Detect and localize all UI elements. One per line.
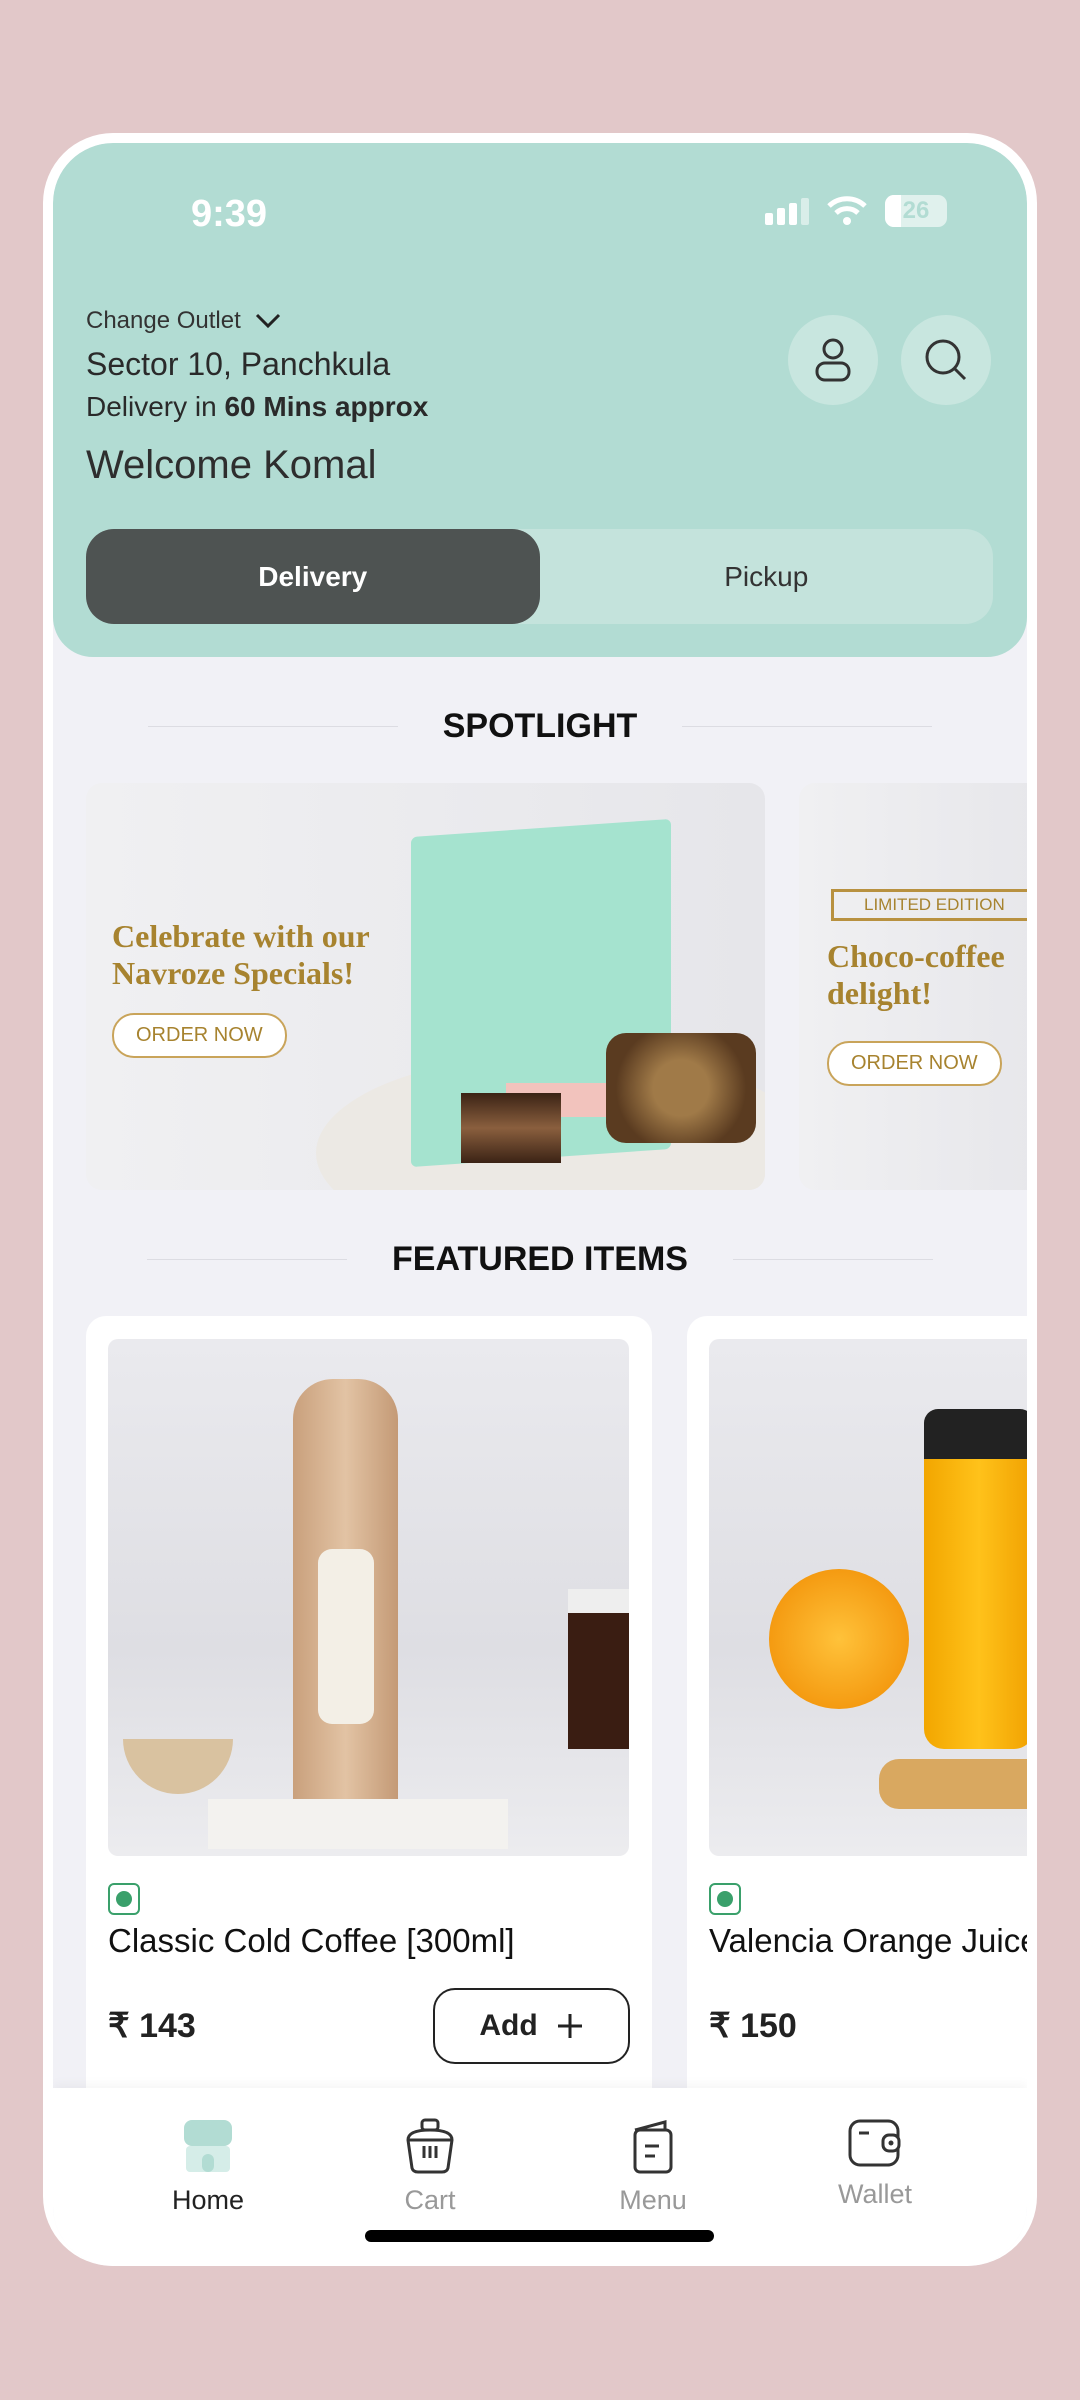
product-name: Classic Cold Coffee [300ml] [108, 1922, 515, 1959]
user-icon [815, 338, 851, 382]
spotlight-heading: SPOTLIGHT [53, 707, 1027, 746]
phone-frame: 9:39 26 Change Outlet Sector 10, Panchku… [43, 133, 1037, 2266]
bottle-label [318, 1549, 374, 1724]
bowl-image [123, 1739, 233, 1794]
status-time: 9:39 [191, 193, 268, 235]
bottle-cap [924, 1409, 1027, 1459]
wifi-icon [827, 196, 867, 225]
delivery-eta: Delivery in 60 Mins approx [86, 391, 428, 423]
nav-home[interactable]: Home [128, 2118, 288, 2216]
product-card[interactable]: Valencia Orange Juice ₹ 150 [687, 1316, 1027, 2116]
home-store-icon [184, 2120, 232, 2172]
change-outlet-button[interactable]: Change Outlet [86, 307, 281, 335]
tab-pickup[interactable]: Pickup [540, 529, 994, 624]
tab-delivery[interactable]: Delivery [86, 529, 540, 624]
home-indicator[interactable] [365, 2230, 714, 2242]
product-name: Valencia Orange Juice [709, 1922, 1027, 1959]
nav-label: Wallet [837, 2179, 912, 2209]
wallet-icon [848, 2119, 901, 2167]
profile-button[interactable] [788, 315, 878, 405]
add-label: Add [479, 2009, 538, 2042]
banner-line-1: Celebrate with our [112, 918, 370, 954]
nav-wallet[interactable]: Wallet [795, 2118, 955, 2210]
featured-title: FEATURED ITEMS [392, 1240, 688, 1278]
orange-image [769, 1569, 909, 1709]
order-mode-toggle: Delivery Pickup [86, 529, 993, 624]
add-to-cart-button[interactable]: Add [433, 1988, 630, 2064]
search-button[interactable] [901, 315, 991, 405]
welcome-text: Welcome Komal [86, 443, 377, 487]
banner-line-2: Navroze Specials! [112, 955, 355, 991]
banner-line-2: delight! [827, 975, 932, 1011]
battery-level: 26 [902, 197, 930, 224]
product-image [108, 1339, 629, 1856]
eta-time: 60 Mins approx [224, 391, 429, 422]
featured-heading: FEATURED ITEMS [53, 1240, 1027, 1279]
coaster-image [208, 1799, 508, 1849]
product-image [709, 1339, 1027, 1856]
nav-menu[interactable]: Menu [573, 2118, 733, 2216]
change-outlet-label: Change Outlet [86, 307, 241, 334]
product-price: ₹ 143 [108, 2007, 196, 2045]
nav-label: Menu [619, 2185, 687, 2215]
product-price: ₹ 150 [709, 2007, 797, 2045]
banner-headline: Choco-coffee delight! [827, 938, 1005, 1012]
spotlight-title: SPOTLIGHT [442, 707, 638, 745]
cork-board-image [879, 1759, 1027, 1809]
plus-icon [557, 2014, 582, 2038]
screen: 9:39 26 Change Outlet Sector 10, Panchku… [53, 143, 1027, 2266]
nav-cart[interactable]: Cart [350, 2118, 510, 2216]
header: 9:39 26 Change Outlet Sector 10, Panchku… [53, 143, 1027, 657]
menu-book-icon [633, 2120, 673, 2174]
basket-icon [406, 2118, 454, 2174]
status-icons: 26 [765, 195, 947, 227]
signal-icon [765, 197, 809, 225]
battery-icon: 26 [885, 195, 947, 227]
banner-line-1: Choco-coffee [827, 938, 1005, 974]
juice-bottle-image [924, 1409, 1027, 1749]
order-now-button[interactable]: ORDER NOW [827, 1041, 1002, 1086]
spotlight-banner[interactable]: Celebrate with our Navroze Specials! ORDE… [86, 783, 765, 1190]
product-card[interactable]: Classic Cold Coffee [300ml] ₹ 143 Add [86, 1316, 652, 2116]
limited-edition-badge: LIMITED EDITION [831, 889, 1027, 921]
banner-headline: Celebrate with our Navroze Specials! [112, 918, 370, 992]
search-icon [925, 339, 967, 381]
veg-icon [709, 1883, 741, 1915]
chevron-down-icon [255, 313, 280, 329]
eta-prefix: Delivery in [86, 391, 225, 422]
outlet-address: Sector 10, Panchkula [86, 346, 391, 382]
order-now-button[interactable]: ORDER NOW [112, 1013, 287, 1058]
nav-label: Home [171, 2185, 245, 2215]
glass-image [568, 1589, 629, 1749]
cake-slice-image [461, 1093, 561, 1163]
spotlight-banner[interactable]: LIMITED EDITION Choco-coffee delight! ORD… [799, 783, 1027, 1190]
nav-label: Cart [404, 2185, 456, 2215]
cake-image [606, 1033, 756, 1143]
veg-icon [108, 1883, 140, 1915]
